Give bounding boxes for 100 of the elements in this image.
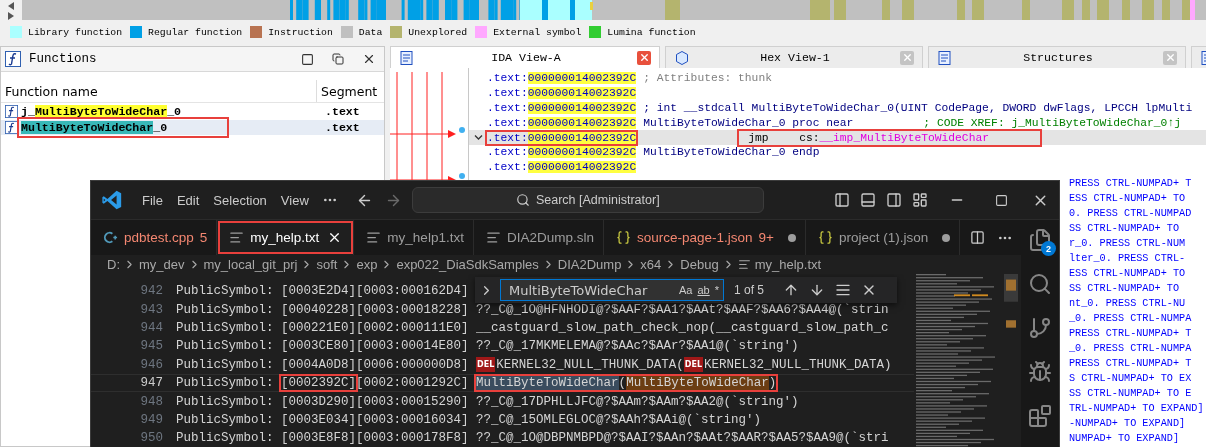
breadcrumb-item[interactable]: my_help.txt (754, 257, 822, 272)
breadcrumb-item[interactable]: soft (316, 257, 338, 272)
code-text: PublicSymbol: [00040228][0003:00018228] ??_C@_1O@HFNHODI@?$AAF?$AA1?$AAt?$AAF?$AA6?$AA4@(`strin (176, 302, 889, 317)
function-icon (5, 121, 18, 134)
segment-cell-text: .text (324, 105, 361, 118)
address-text: .text:000000014002392C (487, 72, 637, 85)
menu-item[interactable]: Edit (169, 192, 207, 208)
tab-label: my_help.txt (250, 230, 320, 245)
listing-text: ESS CTRL-NUMPAD+ TO (1069, 191, 1186, 206)
app-logo (101, 189, 123, 211)
legend-label: Unexplored (408, 26, 468, 38)
tab-label: source-page-1.json (636, 230, 753, 245)
search-match-text: MultiByteToWideChar (626, 376, 769, 391)
breadcrumb-item[interactable]: my_local_git_prj (203, 257, 298, 272)
layout-icon[interactable] (912, 192, 928, 208)
code-text: PublicSymbol: [0003E034][0003:00016034] ??_C@_15OMLEGLOC@?$AAh?$AAi@(`string') (176, 412, 762, 427)
code-text: KERNEL32_NULL_THUNK_DATA( (496, 357, 684, 372)
control-char-badge: DEL (683, 357, 703, 373)
close-icon[interactable] (362, 52, 376, 66)
breadcrumb-item[interactable]: my_dev (139, 257, 185, 272)
menu-item[interactable]: File (135, 192, 170, 208)
problem-count: 9+ (758, 230, 774, 245)
column-header[interactable]: Function name (1, 80, 317, 102)
extensions-icon[interactable] (1028, 404, 1052, 428)
listing-text: SS CTRL-NUMPAD+ TO E (1069, 386, 1192, 401)
label-text: MultiByteToWideChar_0 proc near (643, 116, 854, 129)
segment-cell-text: .text (324, 121, 361, 134)
editor-tab[interactable]: my_help.txt (217, 220, 355, 255)
code-text: PublicSymbol: (176, 376, 275, 391)
document-icon (399, 49, 415, 66)
bug-icon[interactable] (1028, 360, 1052, 384)
code-text: PublicSymbol: [0003E8F8][0003:000178F8] ??_C@_1O@DBPNMBPD@?$AAI?$AAn?$AAt?$AAR?$AA5?$AA9@(`stri (176, 431, 889, 446)
search-icon[interactable] (1028, 272, 1052, 296)
sidebar-toggle-icon[interactable] (834, 192, 850, 208)
legend-label: External symbol (493, 26, 582, 38)
view-tab[interactable]: IDA View-A (390, 46, 660, 68)
breadcrumb-item[interactable]: exp (356, 257, 378, 272)
find-field[interactable]: MultiByteToWideChar Aa ab * (500, 279, 724, 301)
breadcrumb-item[interactable]: D: (107, 257, 120, 272)
listing-text: TRL-NUMPAD+ TO EXPAND] (1069, 401, 1204, 416)
breadcrumb-item[interactable]: exp022_DiaSdkSamples (396, 257, 539, 272)
legend-label: Lumina function (607, 26, 696, 38)
column-header[interactable]: Segment (317, 80, 384, 102)
listing-text: r_0. PRESS CTRL-NUM (1069, 236, 1186, 251)
explorer-icon[interactable] (1028, 228, 1052, 252)
cpp-file-icon (103, 230, 118, 245)
tab-label: pdbtest.cpp (124, 230, 194, 245)
sidebar-toggle-icon[interactable] (886, 192, 902, 208)
code-text: PublicSymbol: [0003D290][0003:00015290] ??_C@_17DPHLLJFC@?$AAm?$AAm?$AA2@(`string') (176, 394, 799, 409)
command-search-field[interactable]: Search [Administrator] (411, 187, 764, 213)
address-text: .text:000000014002392C (487, 116, 637, 129)
search-icon (515, 193, 530, 207)
function-icon (5, 51, 21, 67)
instruction-text: jmp cs:__imp_MultiByteToWideChar (740, 131, 1039, 144)
line-number: 945 (139, 339, 164, 354)
breadcrumb-item[interactable]: DIA2Dump (557, 257, 622, 272)
address-text: .text:000000014002392C (487, 102, 637, 114)
code-text: [0002:0001292C] (356, 376, 470, 391)
listing-text: ESS CTRL-NUMPAD+ TO (1069, 266, 1186, 281)
breadcrumb-item[interactable]: x64 (640, 257, 662, 272)
code-text: [0002392C] (281, 376, 357, 391)
legend-label: Instruction (268, 26, 333, 38)
line-number: 942 (139, 284, 164, 299)
search-option[interactable]: * (714, 284, 719, 296)
search-option[interactable]: ab (697, 284, 710, 296)
json-file-icon (615, 230, 631, 245)
panel-toggle-icon[interactable] (860, 192, 876, 208)
search-label: Search [Administrator] (535, 193, 660, 207)
json-file-icon (817, 230, 833, 245)
branch-icon[interactable] (1028, 316, 1052, 340)
label-text: MultiByteToWideChar_0 endp (643, 146, 820, 159)
search-option[interactable]: Aa (679, 284, 693, 296)
tab-label: my_help1.txt (387, 230, 464, 245)
match-count: 1 of 5 (734, 283, 765, 297)
line-number: 949 (139, 412, 164, 427)
legend-label: Regular function (148, 26, 243, 38)
breadcrumb-item[interactable]: Debug (680, 257, 719, 272)
code-text: ) (768, 376, 777, 391)
xref-comment: ; CODE XREF: j_MultiByteToWideChar_0↑j (923, 116, 1181, 129)
listing-text: S CTRL-NUMPAD+ TO EX (1069, 371, 1192, 386)
text-file-icon (366, 230, 382, 245)
tab-label: project (1).json (838, 230, 929, 245)
collapse-caret-icon[interactable] (473, 133, 483, 143)
hexagon-icon (674, 49, 690, 66)
menu-item[interactable]: Selection (206, 192, 274, 208)
selection-icon[interactable] (835, 282, 852, 298)
code-text: PublicSymbol: [0003E2D4][0003:000162D4] (176, 284, 469, 299)
view-tab[interactable]: Hex View-1 (665, 46, 923, 68)
menu-item[interactable]: View (273, 192, 316, 208)
split-editor-icon[interactable] (970, 230, 985, 245)
restore-icon[interactable] (332, 53, 344, 65)
line-number: 947 (139, 376, 164, 391)
address-text: .text:000000014002392C (487, 161, 637, 174)
text-file-icon (229, 230, 245, 245)
view-tab[interactable]: Structures (928, 46, 1186, 68)
listing-text: _0. PRESS CTRL-NUMPA (1069, 311, 1192, 326)
listing-text: 0. PRESS CTRL-NUMPAD (1069, 206, 1192, 221)
listing-text: nt_0. PRESS CTRL-NU (1069, 296, 1186, 311)
line-number: 950 (139, 431, 164, 446)
maximize-icon[interactable] (301, 52, 314, 66)
